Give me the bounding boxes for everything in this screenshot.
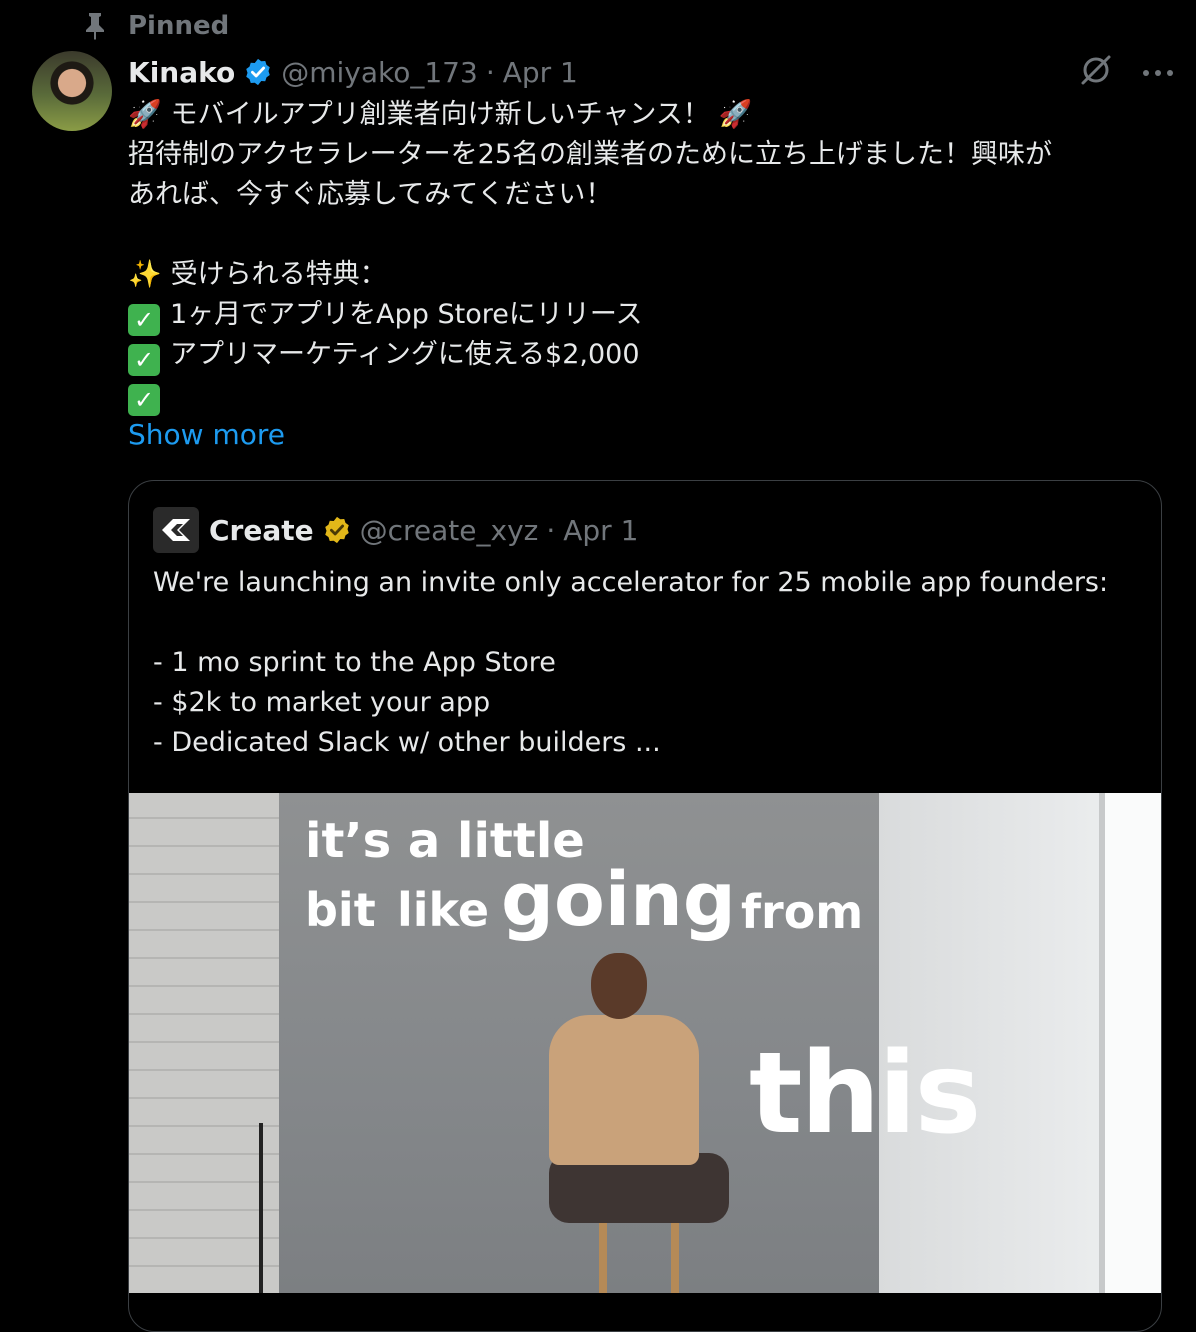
tweet-line: 招待制のアクセラレーターを25名の創業者のために立ち上げました！興味が <box>128 139 1053 170</box>
pinned-indicator: Pinned <box>80 8 229 44</box>
separator-dot: · <box>485 55 495 89</box>
author-handle[interactable]: @miyako_173 <box>281 56 478 89</box>
check-mark-icon: ✓ <box>128 344 160 376</box>
sparkles-icon: ✨ <box>128 259 162 290</box>
quote-line: - 1 mo sprint to the App Store <box>153 647 556 678</box>
person-body <box>549 1015 699 1165</box>
check-mark-icon: ✓ <box>128 384 160 416</box>
tweet-line: あれば、今すぐ応募してみてください！ <box>128 179 613 210</box>
pin-icon <box>80 11 110 41</box>
separator-dot: · <box>546 513 556 547</box>
quote-line-blank <box>153 603 1143 643</box>
more-icon[interactable] <box>1142 63 1174 82</box>
video-caption-from: from <box>741 885 864 939</box>
rocket-icon: 🚀 <box>718 99 753 130</box>
pinned-label: Pinned <box>128 11 230 41</box>
tweet-line: ✨ 受けられる特典： <box>128 255 1168 295</box>
quoted-tweet-body: We're launching an invite only accelerat… <box>153 563 1143 763</box>
video-caption-like: like <box>397 883 490 937</box>
gold-verified-badge-icon[interactable] <box>322 515 352 545</box>
rocket-icon: 🚀 <box>128 99 162 130</box>
avatar[interactable] <box>32 51 112 131</box>
tweet-line: ✓ アプリマーケティングに使える$2,000 <box>128 335 1168 376</box>
video-caption-bit: bit <box>305 883 376 937</box>
quote-line: - Dedicated Slack w/ other builders ... <box>153 727 661 758</box>
person-head <box>591 953 647 1019</box>
studio-window <box>1099 793 1161 1293</box>
quoted-tweet-card[interactable]: Create @create_xyz · Apr 1 We're launchi… <box>128 480 1162 1332</box>
video-caption-going: going <box>501 857 736 943</box>
tweet-body: 🚀 モバイルアプリ創業者向け新しいチャンス！ 🚀 招待制のアクセラレーターを25… <box>128 95 1168 455</box>
quoted-tweet-date[interactable]: Apr 1 <box>563 514 638 547</box>
verified-badge-icon[interactable] <box>243 57 273 87</box>
quote-line: We're launching an invite only accelerat… <box>153 567 1109 598</box>
video-caption-this: this <box>749 1029 981 1159</box>
create-logo-avatar[interactable] <box>153 507 199 553</box>
grok-icon[interactable] <box>1078 52 1114 92</box>
author-name[interactable]: Kinako <box>128 56 235 89</box>
quoted-author-handle[interactable]: @create_xyz <box>360 514 539 547</box>
quoted-author-name[interactable]: Create <box>209 514 314 547</box>
quoted-tweet-header: Create @create_xyz · Apr 1 <box>153 507 638 553</box>
light-stand <box>259 1123 263 1293</box>
tweet-header: Kinako @miyako_173 · Apr 1 <box>128 50 578 94</box>
check-mark-icon: ✓ <box>128 304 160 336</box>
tweet-date[interactable]: Apr 1 <box>503 56 578 89</box>
show-more-link[interactable]: Show more <box>128 415 1168 455</box>
tweet-line: ✓ <box>128 375 1168 416</box>
tweet-actions <box>1078 52 1174 92</box>
video-thumbnail[interactable]: it’s a little bit like going from this <box>129 793 1161 1293</box>
tweet-line: ✓ 1ヶ月でアプリをApp Storeにリリース <box>128 295 1168 336</box>
brick-wall <box>129 793 279 1293</box>
quote-line: - $2k to market your app <box>153 687 491 718</box>
tweet-line: 🚀 モバイルアプリ創業者向け新しいチャンス！ 🚀 <box>128 95 1168 135</box>
